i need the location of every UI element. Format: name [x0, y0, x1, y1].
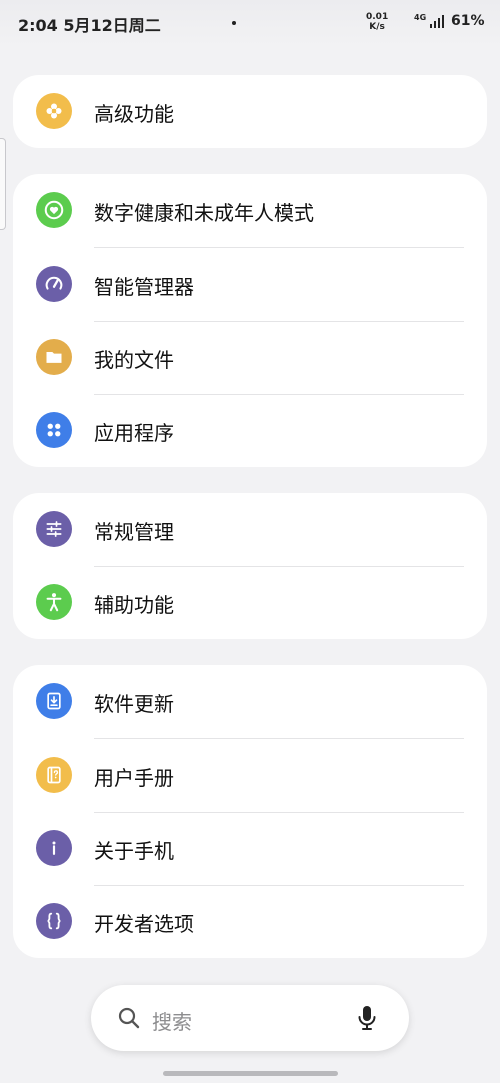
settings-item-apps[interactable]: 应用程序 [13, 394, 487, 467]
manual-icon [36, 757, 72, 793]
download-icon [36, 683, 72, 719]
settings-item-label: 软件更新 [94, 692, 174, 716]
heart-circle-icon [36, 192, 72, 228]
apps-grid-icon [36, 412, 72, 448]
edge-panel-handle[interactable] [0, 138, 6, 230]
notification-dot-icon [232, 21, 236, 25]
search-input[interactable]: 搜索 [152, 1006, 192, 1035]
accessibility-icon [36, 584, 72, 620]
settings-item-advanced-features[interactable]: 高级功能 [13, 75, 487, 148]
home-indicator[interactable] [163, 1071, 338, 1076]
settings-item-user-manual[interactable]: 用户手册 [13, 739, 487, 812]
settings-item-label: 高级功能 [94, 102, 174, 126]
settings-group-system: 数字健康和未成年人模式 智能管理器 我的文件 应用程序 [13, 174, 487, 467]
signal-strength-icon [430, 14, 446, 28]
settings-item-label: 智能管理器 [94, 275, 194, 299]
folder-icon [36, 339, 72, 375]
settings-item-label: 用户手册 [94, 766, 174, 790]
status-bar: 2:04 5月12日周二 0.01 K/s 4G 61% [0, 0, 500, 48]
network-speed-value: 0.01 [366, 12, 389, 22]
gear-icon [36, 93, 72, 129]
search-icon[interactable] [117, 1006, 141, 1030]
network-speed-unit: K/s [369, 22, 385, 32]
battery-level: 61% [451, 13, 485, 29]
settings-item-digital-wellbeing[interactable]: 数字健康和未成年人模式 [13, 174, 487, 247]
settings-item-device-care[interactable]: 智能管理器 [13, 248, 487, 321]
settings-item-label: 我的文件 [94, 348, 174, 372]
settings-item-developer-options[interactable]: 开发者选项 [13, 885, 487, 958]
settings-item-accessibility[interactable]: 辅助功能 [13, 566, 487, 639]
settings-group-advanced: 高级功能 [13, 75, 487, 148]
settings-item-label: 关于手机 [94, 839, 174, 863]
braces-icon [36, 903, 72, 939]
settings-item-my-files[interactable]: 我的文件 [13, 321, 487, 394]
settings-item-label: 常规管理 [94, 520, 174, 544]
settings-item-label: 应用程序 [94, 421, 174, 445]
search-bar[interactable]: 搜索 [91, 985, 409, 1051]
network-speed: 0.01 K/s [366, 12, 388, 32]
settings-group-about: 软件更新 用户手册 关于手机 开发者选项 [13, 665, 487, 958]
settings-item-general-management[interactable]: 常规管理 [13, 493, 487, 566]
settings-item-label: 辅助功能 [94, 593, 174, 617]
settings-item-software-update[interactable]: 软件更新 [13, 665, 487, 738]
network-type: 4G [414, 13, 427, 22]
settings-item-about-phone[interactable]: 关于手机 [13, 812, 487, 885]
settings-group-general: 常规管理 辅助功能 [13, 493, 487, 639]
status-time-date: 2:04 5月12日周二 [18, 16, 161, 35]
sliders-icon [36, 511, 72, 547]
speedometer-icon [36, 266, 72, 302]
settings-item-label: 开发者选项 [94, 912, 194, 936]
microphone-icon[interactable] [355, 1004, 379, 1032]
settings-item-label: 数字健康和未成年人模式 [94, 201, 314, 225]
info-icon [36, 830, 72, 866]
